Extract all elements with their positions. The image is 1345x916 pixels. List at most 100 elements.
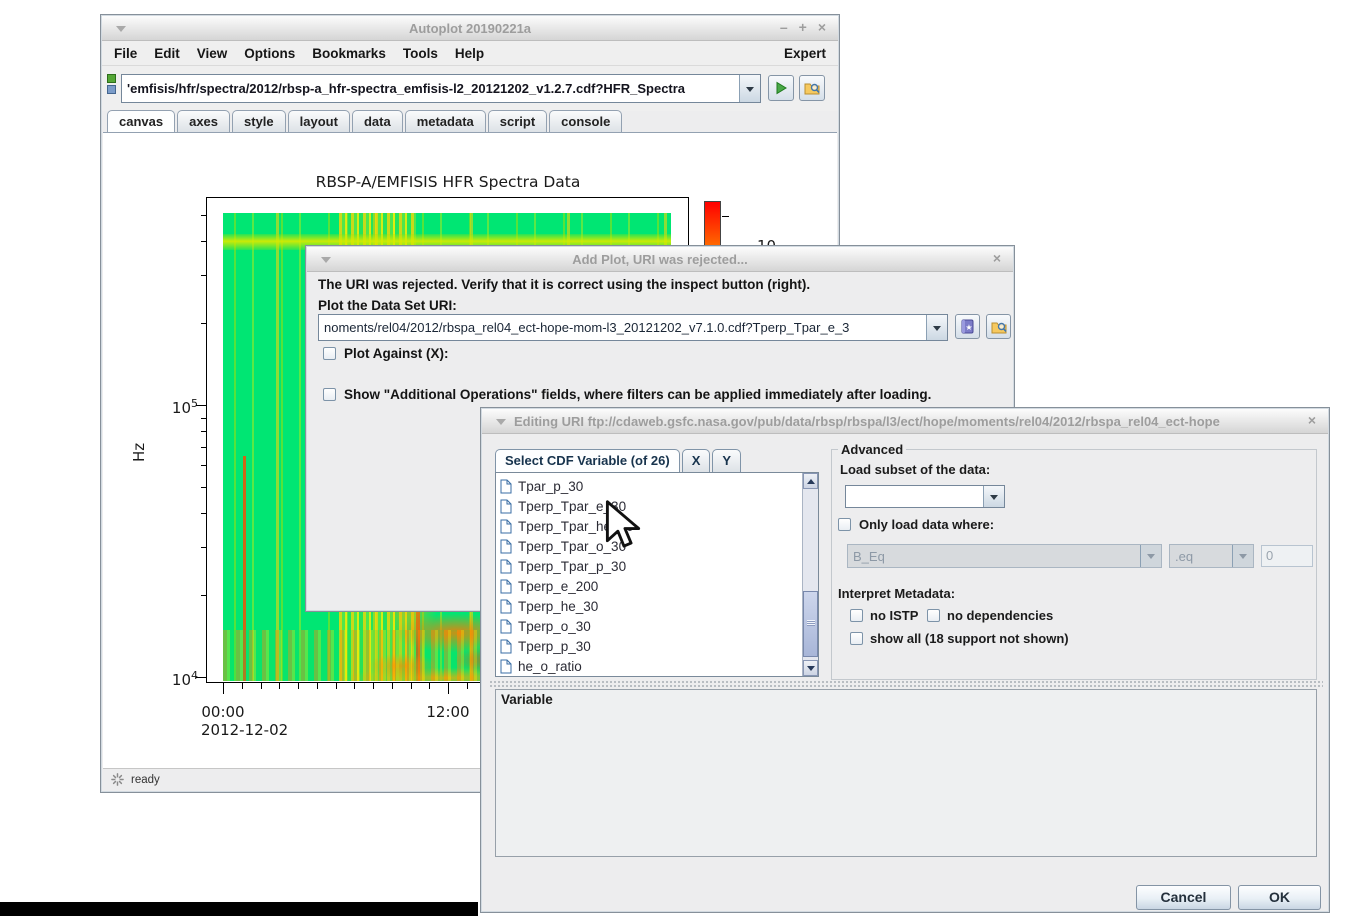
axis-tick: [448, 683, 449, 694]
mouse-cursor: [604, 500, 648, 556]
variable-list-scrollbar[interactable]: [802, 473, 818, 676]
dlg1-uri-input[interactable]: noments/rel04/2012/rbspa_rel04_ect-hope-…: [319, 315, 926, 340]
x-axis-date: 2012-12-02: [201, 721, 311, 739]
ok-button[interactable]: OK: [1238, 885, 1321, 910]
scroll-down-button[interactable]: [803, 660, 818, 676]
where-field-dropdown-arrow: [1140, 545, 1161, 567]
tab-y[interactable]: Y: [712, 449, 741, 472]
y-axis-label: Hz: [130, 422, 148, 462]
cancel-button[interactable]: Cancel: [1136, 885, 1231, 910]
dlg1-titlebar[interactable]: Add Plot, URI was rejected... ×: [307, 247, 1013, 272]
y-tick-label-1e4: 104: [156, 669, 198, 689]
no-dependencies-checkbox[interactable]: [927, 609, 940, 622]
dlg2-close-button[interactable]: ×: [1308, 412, 1318, 428]
axis-tick: [336, 683, 337, 689]
subset-combobox[interactable]: [845, 485, 1005, 508]
variable-list-item[interactable]: Tperp_Tpar_e_30: [496, 496, 818, 516]
variable-list-item[interactable]: Tperp_he_30: [496, 596, 818, 616]
tab-axes[interactable]: axes: [177, 110, 230, 132]
where-op-combobox[interactable]: .eq: [1169, 544, 1254, 568]
dlg1-uri-combobox[interactable]: noments/rel04/2012/rbspa_rel04_ect-hope-…: [318, 314, 948, 341]
axis-tick: [411, 683, 412, 689]
show-additional-label: Show "Additional Operations" fields, whe…: [344, 387, 931, 402]
axis-tick: [201, 275, 206, 276]
tab-script[interactable]: script: [488, 110, 547, 132]
x-tick-label-1200: 12:00: [418, 703, 478, 721]
tab-x[interactable]: X: [682, 449, 711, 472]
only-load-checkbox[interactable]: [838, 518, 851, 531]
bookmark-button[interactable]: ★: [955, 314, 980, 339]
where-op-dropdown-arrow: [1232, 545, 1253, 567]
variable-list-item[interactable]: Tperp_o_30: [496, 616, 818, 636]
show-additional-checkbox[interactable]: [323, 388, 336, 401]
axis-tick: [201, 418, 206, 419]
variable-list-item[interactable]: Tperp_Tpar_p_30: [496, 556, 818, 576]
axis-tick: [201, 241, 206, 242]
dlg1-uri-dropdown-arrow[interactable]: [926, 315, 947, 340]
subset-dropdown-arrow[interactable]: [983, 486, 1004, 507]
variable-list-item[interactable]: he_o_ratio: [496, 656, 818, 676]
scrollbar-thumb[interactable]: [803, 591, 818, 657]
axis-tick: [201, 447, 206, 448]
dlg1-title: Add Plot, URI was rejected...: [307, 252, 1013, 267]
where-op-value: .eq: [1170, 545, 1232, 567]
scroll-up-button[interactable]: [803, 473, 818, 489]
x-tick-label-0000: 00:00: [193, 703, 253, 721]
dlg2-window-menu-icon[interactable]: [496, 419, 506, 425]
axis-tick: [242, 683, 243, 689]
bookmark-book-icon: ★: [961, 319, 974, 334]
axis-tick: [298, 683, 299, 689]
tab-select-cdf-variable[interactable]: Select CDF Variable (of 26): [495, 449, 680, 472]
axis-tick: [201, 465, 206, 466]
advanced-group-title: Advanced: [838, 442, 906, 457]
tab-metadata[interactable]: metadata: [405, 110, 486, 132]
cdf-file-icon: [500, 639, 512, 654]
axis-tick: [201, 547, 206, 548]
variable-list-item[interactable]: Tperp_Tpar_o_30: [496, 536, 818, 556]
subset-value[interactable]: [846, 486, 983, 507]
variable-panel-label: Variable: [501, 692, 553, 707]
load-subset-label: Load subset of the data:: [840, 462, 990, 477]
axis-tick: [196, 677, 206, 678]
dlg1-inspect-button[interactable]: [986, 314, 1011, 339]
tab-canvas[interactable]: canvas: [107, 110, 175, 132]
cdf-file-icon: [500, 519, 512, 534]
variable-list-item[interactable]: Tperp_e_200: [496, 576, 818, 596]
variable-tab-panel: Select CDF Variable (of 26) X Y Tpar_p_3…: [495, 449, 819, 677]
axis-tick: [722, 216, 729, 217]
tab-layout[interactable]: layout: [288, 110, 350, 132]
cdf-file-icon: [500, 659, 512, 674]
tab-data[interactable]: data: [352, 110, 403, 132]
where-value-field[interactable]: 0: [1261, 545, 1313, 567]
tab-style[interactable]: style: [232, 110, 286, 132]
variable-list-item[interactable]: Tperp_Tpar_he_30: [496, 516, 818, 536]
y-tick-label-1e5: 105: [156, 397, 198, 417]
variable-list-item[interactable]: Tpar_p_30: [496, 476, 818, 496]
cdf-file-icon: [500, 619, 512, 634]
dlg2-titlebar[interactable]: Editing URI ftp://cdaweb.gsfc.nasa.gov/p…: [482, 409, 1328, 434]
interpret-metadata-label: Interpret Metadata:: [838, 586, 955, 601]
cdf-file-icon: [500, 539, 512, 554]
axis-tick: [223, 683, 224, 694]
variable-list-item[interactable]: Tperp_p_30: [496, 636, 818, 656]
show-all-checkbox[interactable]: [850, 632, 863, 645]
plot-against-checkbox[interactable]: [323, 347, 336, 360]
axis-tick: [429, 683, 430, 689]
axis-tick: [196, 405, 206, 406]
svg-text:★: ★: [965, 323, 972, 332]
splitter-handle[interactable]: [489, 680, 1323, 687]
dlg1-close-button[interactable]: ×: [993, 250, 1003, 266]
tab-console[interactable]: console: [549, 110, 622, 132]
axis-tick: [201, 215, 206, 216]
axis-tick: [279, 683, 280, 689]
no-istp-checkbox[interactable]: [850, 609, 863, 622]
axis-tick: [392, 683, 393, 689]
axis-tick: [201, 323, 206, 324]
variable-list: Tpar_p_30Tperp_Tpar_e_30Tperp_Tpar_he_30…: [495, 472, 819, 677]
where-field-combobox[interactable]: B_Eq: [847, 544, 1162, 568]
axis-tick: [467, 683, 468, 689]
uri-field-label: Plot the Data Set URI:: [318, 298, 457, 313]
axis-tick: [201, 487, 206, 488]
cdf-file-icon: [500, 499, 512, 514]
dlg1-folder-magnifier-icon: [991, 320, 1007, 334]
